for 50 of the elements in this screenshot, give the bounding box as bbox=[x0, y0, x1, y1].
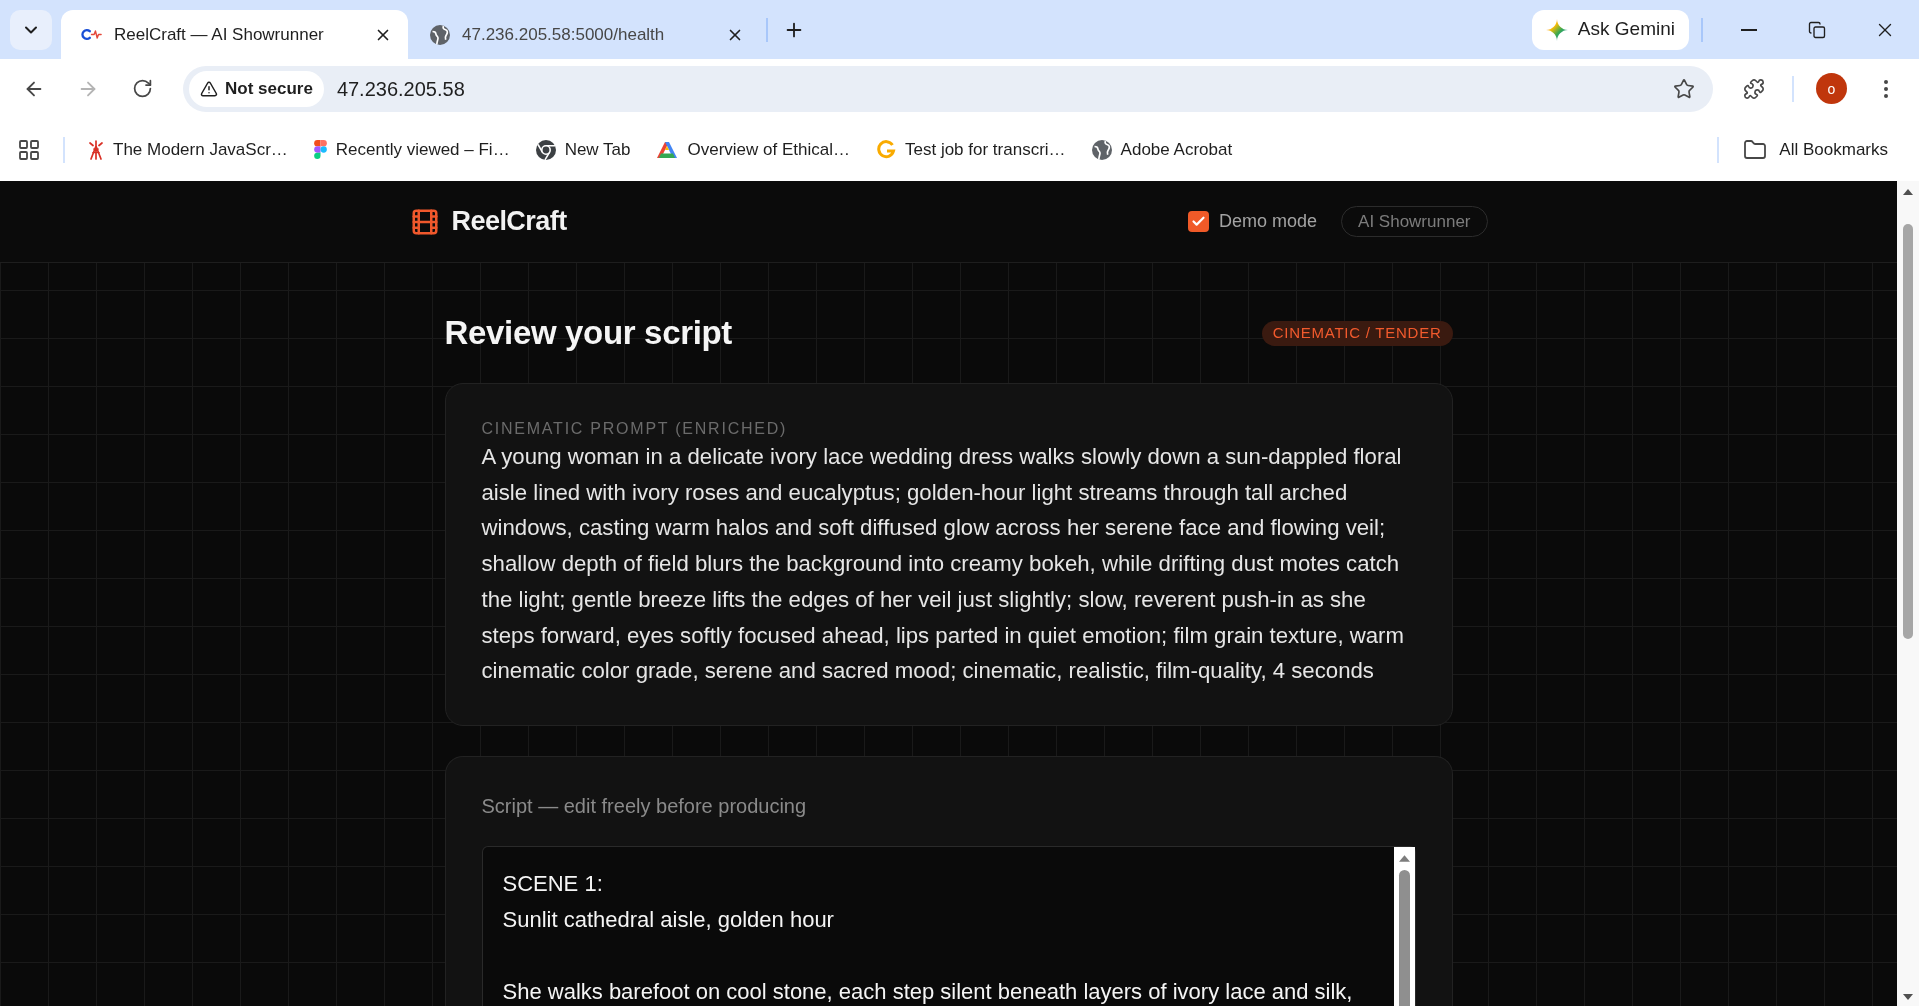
menu-icon bbox=[1884, 79, 1888, 98]
scroll-up-arrow-icon[interactable] bbox=[1398, 854, 1410, 862]
bookmark-item[interactable]: Recently viewed – Fi… bbox=[303, 131, 520, 168]
apps-button[interactable] bbox=[17, 137, 41, 162]
check-icon bbox=[1191, 214, 1206, 229]
globe-icon bbox=[1091, 139, 1112, 160]
bookmark-item[interactable]: The Modern JavaScr… bbox=[78, 131, 298, 168]
scrollbar-thumb[interactable] bbox=[1398, 869, 1410, 1006]
folder-icon bbox=[1743, 137, 1768, 162]
prompt-label: CINEMATIC PROMPT (ENRICHED) bbox=[481, 419, 789, 439]
page-scrollbar[interactable] bbox=[1897, 181, 1919, 1006]
tab-search-button[interactable] bbox=[10, 9, 52, 50]
g-logo-icon bbox=[876, 139, 896, 160]
logo-icon bbox=[81, 28, 102, 41]
star-icon bbox=[1673, 77, 1695, 100]
scrollbar-thumb[interactable] bbox=[1903, 224, 1913, 639]
page-title: Review your script bbox=[444, 313, 732, 353]
demo-mode-label: Demo mode bbox=[1219, 210, 1318, 233]
scroll-down-arrow-icon[interactable] bbox=[1903, 994, 1913, 1000]
browser-tab[interactable]: 47.236.205.58:5000/health bbox=[408, 10, 760, 59]
ask-gemini-button[interactable]: Ask Gemini bbox=[1531, 9, 1689, 50]
scroll-up-arrow-icon[interactable] bbox=[1903, 189, 1913, 195]
all-bookmarks-button[interactable]: All Bookmarks bbox=[1733, 131, 1898, 168]
restore-icon bbox=[1808, 20, 1826, 39]
style-badge: CINEMATIC / TENDER bbox=[1261, 320, 1453, 346]
globe-icon bbox=[430, 24, 450, 45]
bookmark-item[interactable]: Overview of Ethical… bbox=[646, 131, 860, 168]
browser-tab[interactable]: ReelCraft — AI Showrunner bbox=[61, 10, 408, 59]
bookmark-item[interactable]: Test job for transcri… bbox=[866, 131, 1076, 168]
triangle-logo-icon bbox=[656, 140, 679, 159]
brand-name: ReelCraft bbox=[451, 205, 567, 239]
prompt-text: A young woman in a delicate ivory lace wedding dress walks slowly down a sun-dappled floral aisle lined with ivory roses and eucalyptus; golden-hour light streams through tall arched windows, casting warm halos and soft diffused glow across her serene face and flowing veil; shallow depth of field blurs the background into creamy bokeh, while drifting dust motes catch the light; gentle breeze lifts the edges of her veil just slightly; slow, reverent push-in as she steps forward, eyes softly focused ahead, lips parted in quiet emotion; film grain texture, warm cinematic color grade, serene and sacred mood; cinematic, realistic, film-quality, 4 seconds bbox=[481, 443, 1405, 686]
bookmark-item[interactable]: Adobe Acrobat bbox=[1081, 131, 1243, 168]
puzzle-icon bbox=[1743, 77, 1765, 100]
browser-logo-icon bbox=[535, 139, 556, 160]
profile-avatar[interactable]: o bbox=[1816, 73, 1847, 104]
minimize-icon bbox=[1741, 28, 1757, 31]
warning-icon bbox=[200, 79, 218, 98]
tower-icon bbox=[88, 139, 104, 160]
script-field[interactable]: SCENE 1: Sunlit cathedral aisle, golden hour She walks barefoot on cool stone, each step silent beneath layers of ivory lace and silk, bbox=[481, 845, 1416, 1006]
sparkle-icon bbox=[1545, 18, 1568, 41]
color-blocks-icon bbox=[313, 140, 327, 159]
reload-icon bbox=[131, 78, 153, 99]
address-bar[interactable]: Not secure 47.236.205.58 bbox=[183, 65, 1713, 112]
demo-mode-checkbox[interactable] bbox=[1188, 211, 1209, 232]
bookmark-item[interactable]: New Tab bbox=[525, 131, 641, 168]
security-chip[interactable]: Not secure bbox=[189, 70, 324, 107]
url-field[interactable]: 47.236.205.58 bbox=[336, 73, 1667, 104]
script-label: Script — edit freely before producing bbox=[481, 793, 808, 818]
apps-grid-icon bbox=[17, 137, 41, 162]
